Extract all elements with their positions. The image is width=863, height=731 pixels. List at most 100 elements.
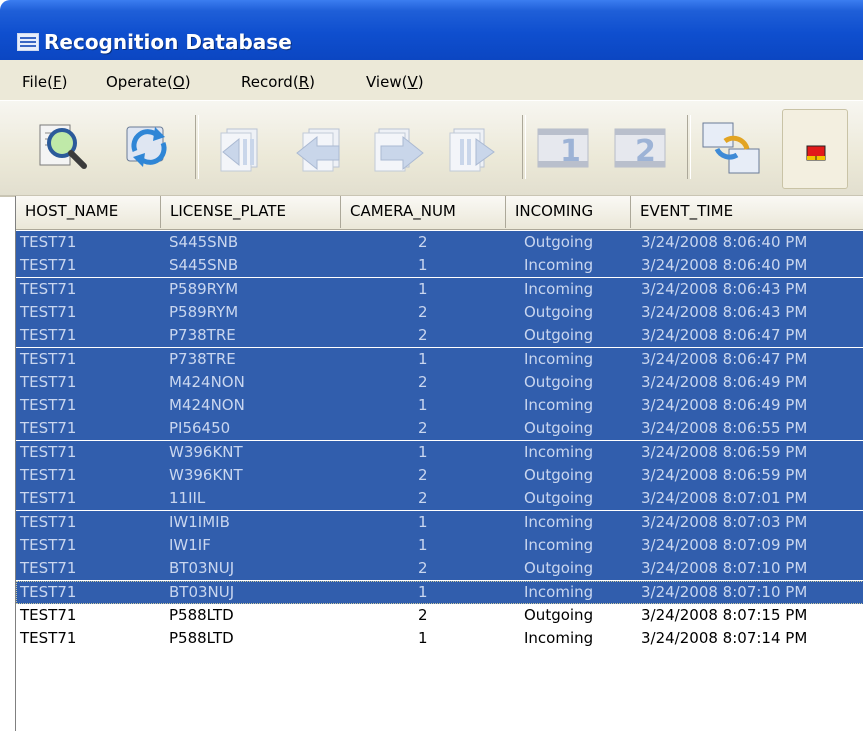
cell-incoming: Incoming [524, 396, 594, 415]
cell-event-time: 3/24/2008 8:07:10 PM [641, 559, 808, 578]
table-row[interactable]: TEST71 S445SNB 2 Outgoing 3/24/2008 8:06:40 … [16, 231, 863, 254]
cell-event-time: 3/24/2008 8:06:40 PM [641, 256, 808, 275]
cell-license-plate: P589RYM [169, 279, 239, 298]
table-row[interactable]: TEST71 P588LTD 1 Incoming 3/24/2008 8:07:14 … [16, 627, 863, 650]
swap-icon [702, 122, 760, 174]
column-header-license-plate[interactable]: LICENSE_PLATE [161, 196, 341, 228]
cell-license-plate: IW1IMIB [169, 512, 230, 531]
title-bar[interactable]: Recognition Database [0, 0, 863, 60]
table-row[interactable]: TEST71 P738TRE 2 Outgoing 3/24/2008 8:06:47 … [16, 324, 863, 348]
cell-incoming: Incoming [524, 629, 594, 648]
cell-incoming: Incoming [524, 535, 594, 554]
cell-event-time: 3/24/2008 8:07:01 PM [641, 489, 808, 508]
menu-view[interactable]: View(V) [366, 73, 424, 91]
menu-record-prefix: Record( [241, 73, 299, 91]
column-header-event-time[interactable]: EVENT_TIME [631, 196, 863, 228]
cell-event-time: 3/24/2008 8:07:09 PM [641, 535, 808, 554]
menu-record[interactable]: Record(R) [241, 73, 315, 91]
color-layout-button[interactable] [782, 109, 848, 189]
cell-license-plate: M424NON [169, 372, 245, 391]
table-row[interactable]: TEST71 P738TRE 1 Incoming 3/24/2008 8:06:47 … [16, 347, 863, 371]
cell-event-time: 3/24/2008 8:06:59 PM [641, 466, 808, 484]
cell-camera-num: 2 [418, 233, 428, 251]
swap-button[interactable] [695, 109, 765, 187]
table-row[interactable]: TEST71 11IIL 2 Outgoing 3/24/2008 8:07:01 PM [16, 487, 863, 511]
table-row[interactable]: TEST71 M424NON 2 Outgoing 3/24/2008 8:06:49 … [16, 370, 863, 394]
cell-host-name: TEST71 [20, 582, 77, 601]
cell-camera-num: 2 [418, 605, 428, 624]
last-record-button[interactable] [442, 109, 512, 187]
camera-2-button[interactable]: 2 [607, 109, 677, 187]
first-record-button[interactable] [205, 109, 275, 187]
cell-incoming: Outgoing [524, 372, 594, 391]
cell-event-time: 3/24/2008 8:07:03 PM [641, 512, 808, 531]
search-button[interactable] [28, 109, 98, 187]
table-row[interactable]: TEST71 BT03NUJ 1 Incoming 3/24/2008 8:07:10 … [16, 580, 863, 604]
next-record-button[interactable] [365, 109, 435, 187]
table-row[interactable]: TEST71 S445SNB 1 Incoming 3/24/2008 8:06:40 … [16, 254, 863, 278]
cell-event-time: 3/24/2008 8:07:14 PM [641, 629, 808, 648]
menu-bar: File(F) Operate(O) Record(R) View(V) [0, 60, 863, 101]
cell-camera-num: 1 [418, 582, 428, 601]
menu-file[interactable]: File(F) [22, 73, 67, 91]
cell-license-plate: P588LTD [169, 605, 234, 624]
table-row[interactable]: TEST71 PI56450 2 Outgoing 3/24/2008 8:06:55 … [16, 417, 863, 441]
toolbar-separator [687, 115, 691, 179]
cell-host-name: TEST71 [20, 489, 77, 508]
cell-event-time: 3/24/2008 8:07:10 PM [641, 582, 808, 601]
cell-license-plate: P588LTD [169, 629, 234, 648]
cell-event-time: 3/24/2008 8:06:49 PM [641, 396, 808, 415]
column-header-host-name[interactable]: HOST_NAME [16, 196, 161, 228]
menu-file-prefix: File( [22, 73, 53, 91]
cell-host-name: TEST71 [20, 535, 77, 554]
cell-host-name: TEST71 [20, 512, 77, 531]
menu-operate-suffix: ) [184, 73, 191, 91]
table-row[interactable]: TEST71 W396KNT 1 Incoming 3/24/2008 8:06:59 … [16, 440, 863, 464]
menu-operate-key: O [172, 73, 185, 91]
cell-incoming: Incoming [524, 582, 594, 601]
table-row[interactable]: TEST71 M424NON 1 Incoming 3/24/2008 8:06:49 … [16, 394, 863, 418]
cell-license-plate: BT03NUJ [169, 582, 235, 601]
camera-1-icon: 1 [537, 128, 589, 169]
previous-record-icon [296, 128, 340, 172]
cell-event-time: 3/24/2008 8:06:49 PM [641, 372, 808, 391]
cell-camera-num: 2 [418, 302, 428, 321]
camera-1-button[interactable]: 1 [530, 109, 600, 187]
cell-camera-num: 2 [418, 559, 428, 578]
menu-file-suffix: ) [61, 73, 68, 91]
table-row[interactable]: TEST71 BT03NUJ 2 Outgoing 3/24/2008 8:07:10 … [16, 557, 863, 581]
cell-license-plate: BT03NUJ [169, 559, 235, 578]
cell-incoming: Outgoing [524, 233, 594, 251]
cell-incoming: Incoming [524, 512, 594, 531]
cell-incoming: Outgoing [524, 326, 594, 345]
previous-record-button[interactable] [285, 109, 355, 187]
menu-operate[interactable]: Operate(O) [106, 73, 191, 91]
toolbar-separator [522, 115, 526, 179]
cell-event-time: 3/24/2008 8:06:59 PM [641, 442, 808, 461]
cell-camera-num: 2 [418, 419, 428, 438]
cell-license-plate: PI56450 [169, 419, 231, 438]
table-row[interactable]: TEST71 IW1IF 1 Incoming 3/24/2008 8:07:09 PM [16, 533, 863, 557]
cell-event-time: 3/24/2008 8:06:40 PM [641, 233, 808, 251]
database-icon [17, 33, 39, 51]
column-header-incoming[interactable]: INCOMING [506, 196, 631, 228]
cell-event-time: 3/24/2008 8:06:47 PM [641, 349, 808, 368]
cell-camera-num: 2 [418, 326, 428, 345]
cell-host-name: TEST71 [20, 349, 77, 368]
refresh-button[interactable] [115, 109, 185, 187]
records-table[interactable]: HOST_NAME LICENSE_PLATE CAMERA_NUM INCOM… [15, 196, 863, 731]
cell-incoming: Outgoing [524, 466, 594, 484]
table-row[interactable]: TEST71 P588LTD 2 Outgoing 3/24/2008 8:07:15 … [16, 604, 863, 627]
menu-file-key: F [52, 73, 62, 91]
table-row[interactable]: TEST71 IW1IMIB 1 Incoming 3/24/2008 8:07:03 … [16, 510, 863, 534]
cell-host-name: TEST71 [20, 466, 77, 484]
cell-license-plate: P589RYM [169, 302, 239, 321]
cell-event-time: 3/24/2008 8:06:43 PM [641, 279, 808, 298]
table-row[interactable]: TEST71 P589RYM 2 Outgoing 3/24/2008 8:06:43 … [16, 300, 863, 324]
cell-incoming: Incoming [524, 349, 594, 368]
cell-camera-num: 1 [418, 256, 428, 275]
cell-host-name: TEST71 [20, 559, 77, 578]
table-row[interactable]: TEST71 W396KNT 2 Outgoing 3/24/2008 8:06:59 … [16, 464, 863, 487]
column-header-camera-num[interactable]: CAMERA_NUM [341, 196, 506, 228]
table-row[interactable]: TEST71 P589RYM 1 Incoming 3/24/2008 8:06:43 … [16, 277, 863, 301]
